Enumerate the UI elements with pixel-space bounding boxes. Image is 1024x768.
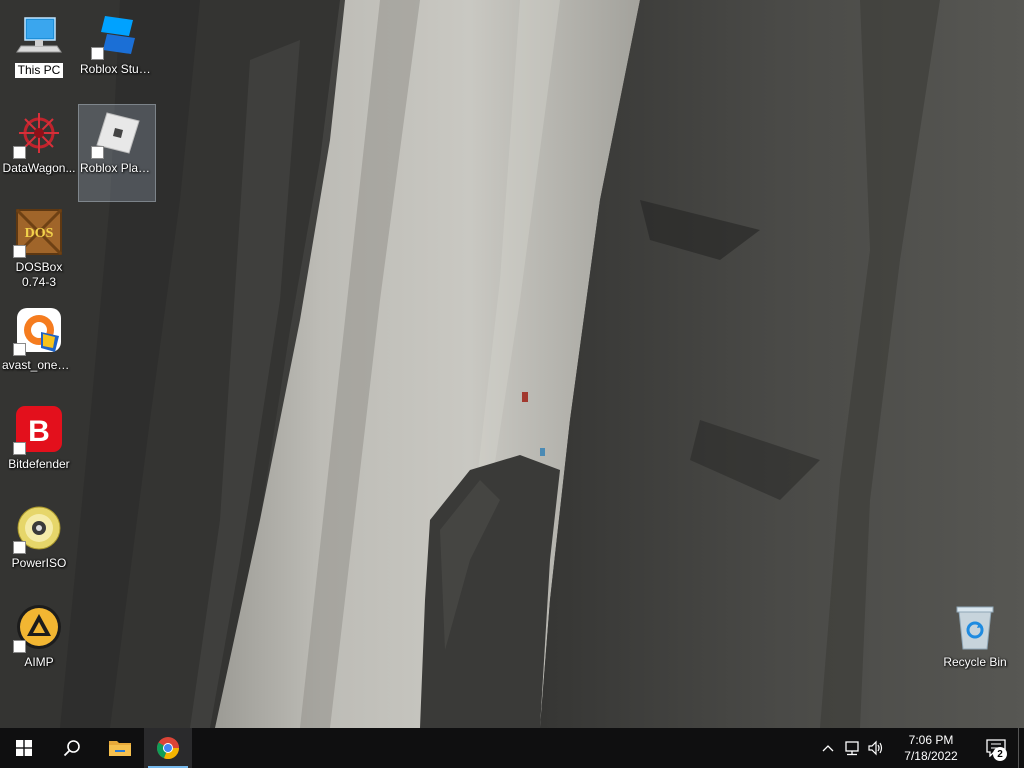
dosbox-icon: DOS xyxy=(13,208,63,258)
system-tray: 7:06 PM 7/18/2022 2 xyxy=(816,728,1024,768)
start-button[interactable] xyxy=(0,728,48,768)
icon-label: DOSBox 0.74-3 xyxy=(15,260,63,289)
shortcut-arrow-icon xyxy=(13,640,26,653)
poweriso-disc-icon xyxy=(13,504,63,554)
chevron-up-icon xyxy=(822,745,834,752)
notification-count-badge: 2 xyxy=(993,747,1007,761)
desktop-icon-datawagon[interactable]: DataWagon... xyxy=(1,105,77,201)
desktop-icon-this-pc[interactable]: This PC xyxy=(1,6,77,102)
show-desktop-button[interactable] xyxy=(1018,728,1024,768)
shortcut-arrow-icon xyxy=(13,146,26,159)
taskbar-chrome[interactable] xyxy=(144,728,192,768)
network-button[interactable] xyxy=(840,728,864,768)
icon-label: Roblox Studio xyxy=(80,62,154,76)
taskbar: 7:06 PM 7/18/2022 2 xyxy=(0,728,1024,768)
clock-button[interactable]: 7:06 PM 7/18/2022 xyxy=(888,732,974,764)
rename-field[interactable]: This PC xyxy=(13,62,65,79)
desktop-icon-roblox-player[interactable]: Roblox Player xyxy=(78,104,156,202)
clock-time: 7:06 PM xyxy=(908,733,954,747)
svg-text:DOS: DOS xyxy=(25,226,54,241)
shortcut-arrow-icon xyxy=(13,343,26,356)
avast-icon xyxy=(13,306,63,356)
recycle-bin-icon xyxy=(951,603,999,651)
datawagon-icon xyxy=(13,109,63,159)
desktop-icon-avast[interactable]: avast_one_e... xyxy=(1,302,77,398)
shortcut-arrow-icon xyxy=(13,541,26,554)
clock-date: 7/18/2022 xyxy=(904,749,958,763)
shortcut-arrow-icon xyxy=(91,47,104,60)
taskbar-file-explorer[interactable] xyxy=(96,728,144,768)
icon-label: AIMP xyxy=(24,655,54,669)
folder-icon xyxy=(109,741,131,756)
chrome-icon xyxy=(156,737,180,760)
icon-label: DataWagon... xyxy=(2,161,76,175)
aimp-icon xyxy=(13,603,63,653)
shortcut-arrow-icon xyxy=(13,442,26,455)
speaker-icon xyxy=(868,740,883,756)
icon-label: Recycle Bin xyxy=(943,655,1007,669)
windows-logo-icon xyxy=(16,740,32,756)
desktop-icon-roblox-studio[interactable]: Roblox Studio xyxy=(79,6,155,102)
icon-label: Roblox Player xyxy=(80,161,154,175)
roblox-studio-icon xyxy=(91,10,141,60)
volume-button[interactable] xyxy=(864,728,888,768)
network-icon xyxy=(845,741,859,756)
bitdefender-icon: B xyxy=(13,405,63,455)
shortcut-arrow-icon xyxy=(91,146,104,159)
icon-label: avast_one_e... xyxy=(2,358,76,372)
icon-label: PowerISO xyxy=(11,556,67,570)
desktop-icon-recycle-bin[interactable]: Recycle Bin xyxy=(937,599,1013,695)
search-button[interactable] xyxy=(48,728,96,768)
action-center-button[interactable]: 2 xyxy=(974,728,1018,768)
desktop-icon-dosbox[interactable]: DOS DOSBox 0.74-3 xyxy=(1,204,77,300)
show-hidden-icons-button[interactable] xyxy=(816,728,840,768)
shortcut-arrow-icon xyxy=(13,245,26,258)
desktop-icon-poweriso[interactable]: PowerISO xyxy=(1,500,77,596)
search-icon xyxy=(63,740,80,757)
svg-text:B: B xyxy=(28,415,50,448)
roblox-player-icon xyxy=(91,109,141,159)
icon-label: Bitdefender xyxy=(8,457,70,471)
desktop-icon-bitdefender[interactable]: B Bitdefender xyxy=(1,401,77,497)
desktop-icon-aimp[interactable]: AIMP xyxy=(1,599,77,695)
computer-icon xyxy=(15,10,63,58)
